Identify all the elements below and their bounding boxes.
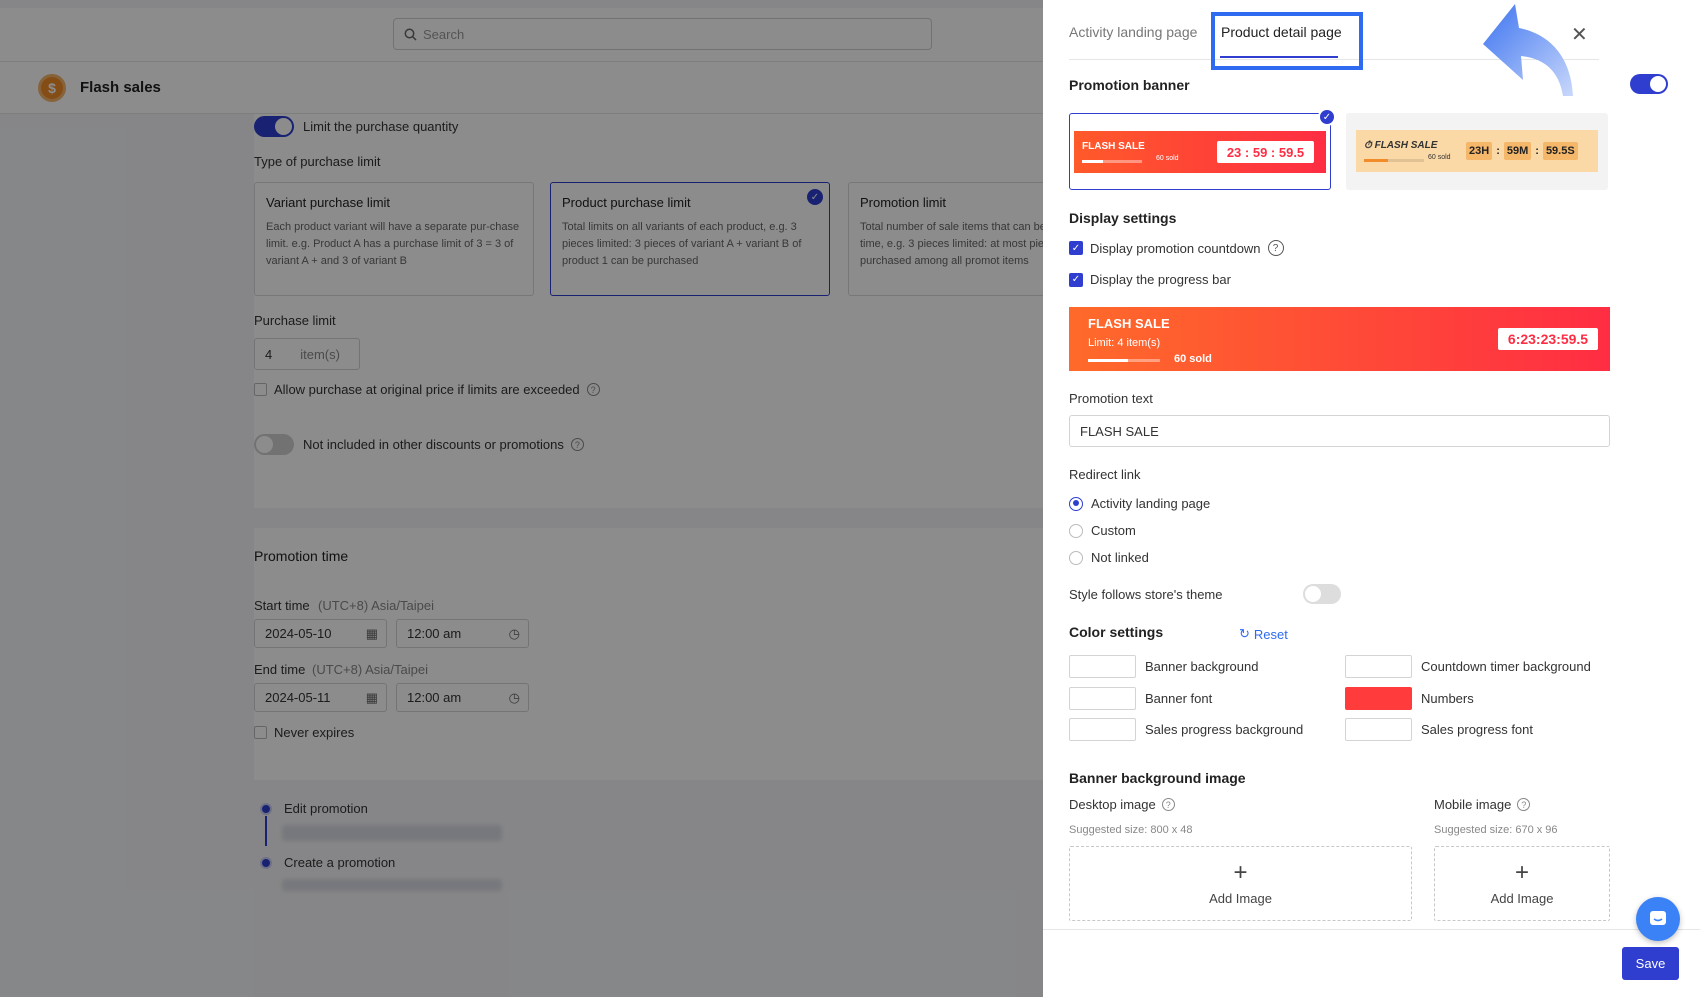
modal-overlay[interactable]	[0, 0, 1043, 997]
desktop-add-image-button[interactable]: + Add Image	[1069, 846, 1412, 921]
color-label: Sales progress background	[1145, 722, 1304, 737]
mini-countdown: 23 : 59 : 59.5	[1217, 141, 1314, 163]
mobile-image-label: Mobile image	[1434, 797, 1512, 812]
redirect-link-label: Redirect link	[1069, 467, 1141, 482]
mini-progress-bar	[1364, 159, 1424, 162]
help-icon[interactable]: ?	[1161, 798, 1175, 811]
redirect-radio-not-linked[interactable]	[1069, 550, 1083, 565]
preview-limit: Limit: 4 item(s)	[1088, 337, 1161, 349]
banner-style-1-preview: FLASH SALE 60 sold 23 : 59 : 59.5	[1074, 131, 1326, 173]
mini-sold-count: 60 sold	[1428, 154, 1451, 161]
mini-sold-count: 60 sold	[1156, 155, 1179, 162]
countdown-minutes: 59M	[1503, 142, 1532, 160]
mini-banner-title: FLASH SALE	[1082, 141, 1145, 152]
banner-style-2-preview: ⏱ FLASH SALE 60 sold 23H: 59M: 59.5S	[1356, 130, 1598, 172]
tab-highlight-box	[1211, 12, 1363, 70]
preview-sold: 60 sold	[1174, 353, 1212, 365]
preview-title: FLASH SALE	[1088, 316, 1170, 331]
color-label: Countdown timer background	[1421, 659, 1591, 674]
tab-activity-landing-page[interactable]: Activity landing page	[1069, 24, 1197, 40]
display-settings-title: Display settings	[1069, 210, 1177, 226]
promotion-text-label: Promotion text	[1069, 391, 1153, 406]
reset-icon: ↻	[1239, 626, 1250, 641]
color-label: Numbers	[1421, 691, 1474, 706]
plus-icon: +	[1514, 859, 1529, 886]
countdown-bg-swatch[interactable]	[1345, 655, 1412, 678]
display-countdown-checkbox[interactable]: ✓	[1069, 241, 1083, 255]
banner-bg-image-title: Banner background image	[1069, 770, 1246, 786]
banner-background-swatch[interactable]	[1069, 655, 1136, 678]
style-theme-label: Style follows store's theme	[1069, 587, 1223, 602]
mini-progress-bar	[1082, 160, 1142, 163]
color-label: Banner background	[1145, 659, 1259, 674]
color-label: Sales progress font	[1421, 722, 1534, 737]
preview-countdown: 6:23:23:59.5	[1498, 328, 1598, 350]
display-countdown-label: Display promotion countdown	[1090, 240, 1261, 256]
preview-progress-bar	[1088, 359, 1160, 362]
color-settings-title: Color settings	[1069, 624, 1164, 640]
reset-button[interactable]: ↻ Reset	[1239, 626, 1288, 642]
pointer-arrow-icon	[1483, 4, 1573, 96]
chat-support-button[interactable]	[1636, 897, 1680, 941]
add-image-label: Add Image	[1490, 891, 1554, 906]
help-icon[interactable]: ?	[1267, 240, 1284, 256]
promotion-banner-toggle[interactable]	[1630, 74, 1668, 94]
mobile-add-image-button[interactable]: + Add Image	[1434, 846, 1610, 921]
sales-progress-font-swatch[interactable]	[1345, 718, 1412, 741]
redirect-option-label: Activity landing page	[1091, 496, 1211, 511]
sales-progress-bg-swatch[interactable]	[1069, 718, 1136, 741]
close-icon[interactable]: ✕	[1571, 22, 1588, 47]
desktop-image-label: Desktop image	[1069, 797, 1156, 812]
redirect-option-label: Custom	[1091, 523, 1136, 538]
banner-preview: FLASH SALE Limit: 4 item(s) 60 sold 6:23…	[1069, 307, 1610, 371]
color-label: Banner font	[1145, 691, 1213, 706]
save-button[interactable]: Save	[1622, 947, 1679, 980]
promotion-banner-title: Promotion banner	[1069, 77, 1190, 93]
help-icon[interactable]: ?	[1517, 798, 1531, 811]
mini-countdown: 23H: 59M: 59.5S	[1466, 142, 1578, 160]
countdown-hours: 23H	[1466, 142, 1493, 160]
desktop-size-hint: Suggested size: 800 x 48	[1069, 824, 1193, 836]
display-progress-checkbox[interactable]: ✓	[1069, 272, 1083, 287]
redirect-radio-custom[interactable]	[1069, 523, 1083, 538]
chat-icon	[1650, 911, 1666, 925]
plus-icon: +	[1233, 859, 1248, 886]
banner-settings-drawer: Activity landing page Product detail pag…	[1043, 0, 1700, 997]
banner-style-option-1[interactable]: ✓ FLASH SALE 60 sold 23 : 59 : 59.5	[1069, 108, 1336, 190]
redirect-radio-activity[interactable]	[1069, 496, 1083, 511]
selected-check-icon: ✓	[1318, 108, 1336, 126]
style-theme-toggle[interactable]	[1303, 584, 1341, 604]
promotion-text-value: FLASH SALE	[1080, 423, 1159, 439]
banner-font-swatch[interactable]	[1069, 687, 1136, 710]
add-image-label: Add Image	[1209, 891, 1272, 906]
banner-style-option-2[interactable]: ⏱ FLASH SALE 60 sold 23H: 59M: 59.5S	[1346, 113, 1608, 190]
countdown-seconds: 59.5S	[1542, 142, 1578, 160]
promotion-text-input[interactable]: FLASH SALE	[1069, 415, 1610, 447]
display-progress-label: Display the progress bar	[1090, 272, 1231, 287]
mobile-size-hint: Suggested size: 670 x 96	[1434, 824, 1558, 836]
footer-divider	[1043, 929, 1700, 930]
numbers-swatch[interactable]	[1345, 687, 1412, 710]
redirect-option-label: Not linked	[1091, 550, 1149, 565]
mini-banner-title: ⏱ FLASH SALE	[1364, 140, 1438, 151]
reset-label: Reset	[1253, 626, 1288, 642]
